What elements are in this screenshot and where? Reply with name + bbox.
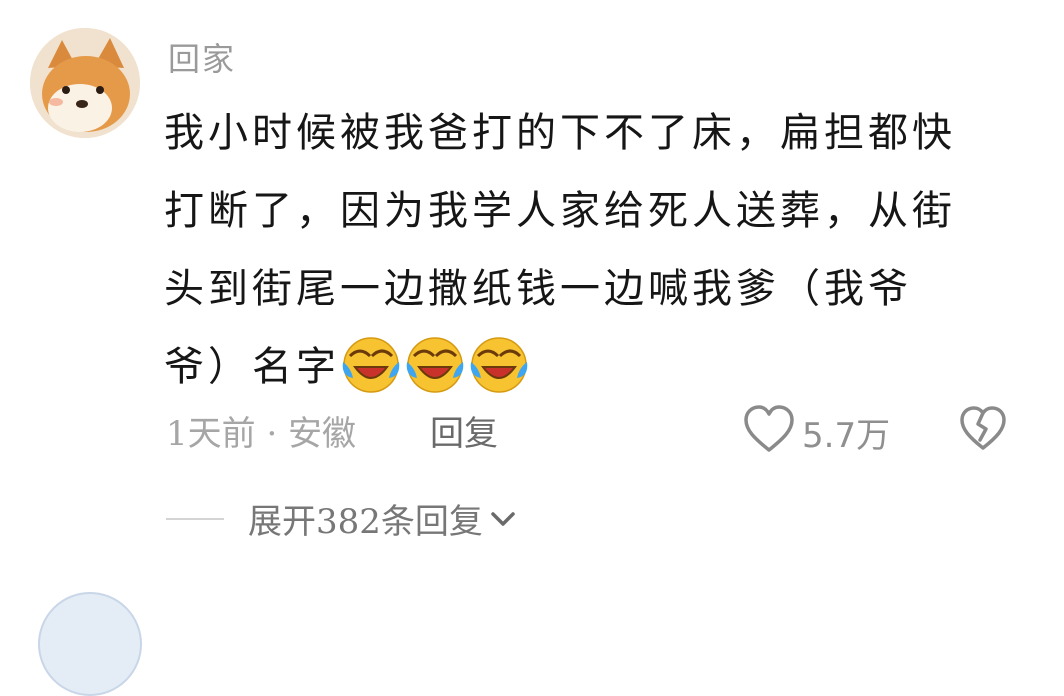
- reply-button[interactable]: 回复: [430, 406, 498, 455]
- comment-username[interactable]: 回家: [168, 34, 236, 80]
- laughing-crying-emoji-icon: [342, 337, 400, 393]
- expand-replies-label: 展开382条回复: [248, 502, 483, 542]
- next-comment-text-partial: [168, 590, 888, 604]
- shiba-dog-avatar-image: [30, 28, 140, 138]
- comment-line: 打断了，因为我学人家给死人送葬，从街: [164, 188, 956, 234]
- like-count: 5.7万: [802, 416, 891, 456]
- expand-replies-button[interactable]: 展开382条回复: [248, 494, 517, 543]
- like-button[interactable]: [742, 404, 796, 456]
- comment-line: 我小时候被我爸打的下不了床，扁担都快: [164, 110, 956, 156]
- comment-line: 头到街尾一边撒纸钱一边喊我爹（我爷: [164, 266, 912, 312]
- comment-text: 我小时候被我爸打的下不了床，扁担都快 打断了，因为我学人家给死人送葬，从街 头到…: [164, 94, 994, 406]
- replies-divider: [166, 518, 224, 520]
- next-comment-avatar[interactable]: [38, 592, 142, 696]
- heart-outline-icon: [744, 405, 794, 452]
- chevron-down-icon: [491, 511, 515, 526]
- user-avatar[interactable]: [30, 28, 140, 138]
- dislike-button[interactable]: [958, 404, 1008, 454]
- comment-line-last: 爷）名字: [164, 328, 994, 406]
- comment-line: 爷）名字: [164, 344, 340, 390]
- broken-heart-icon: [960, 406, 1006, 450]
- laughing-crying-emoji-icon: [406, 337, 464, 393]
- laughing-crying-emoji-icon: [470, 337, 528, 393]
- comment-time-location: 1天前 · 安徽: [166, 414, 357, 454]
